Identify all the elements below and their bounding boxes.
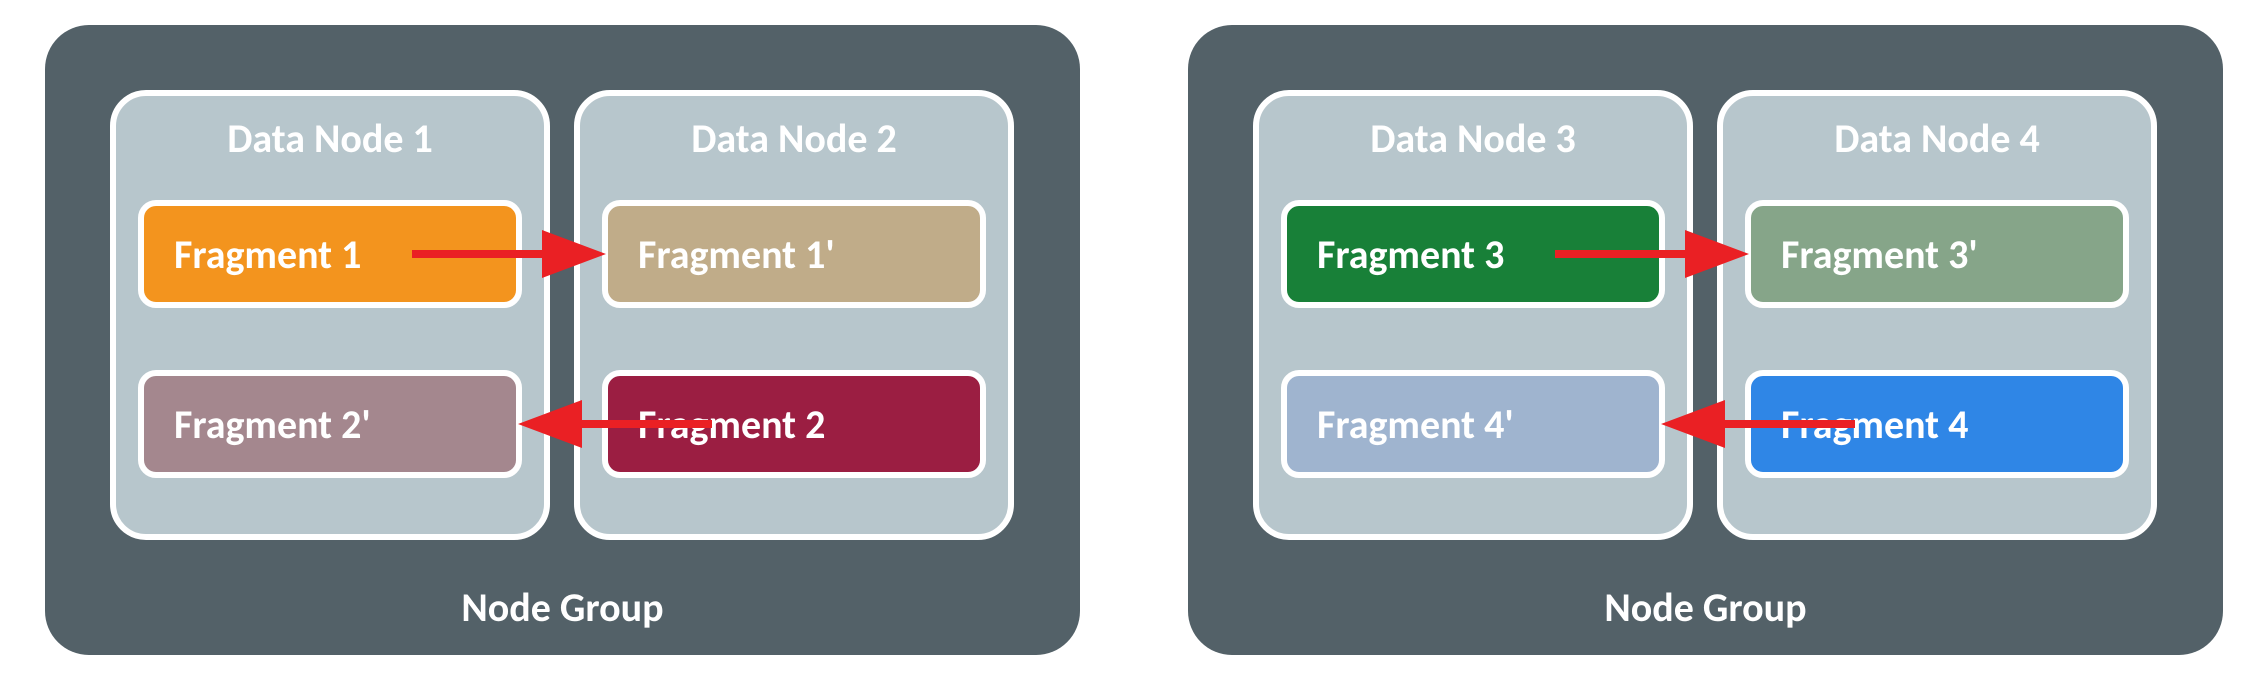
arrows-layer	[0, 0, 2266, 682]
diagram-canvas: Node Group Data Node 1 Fragment 1 Fragme…	[0, 0, 2266, 682]
